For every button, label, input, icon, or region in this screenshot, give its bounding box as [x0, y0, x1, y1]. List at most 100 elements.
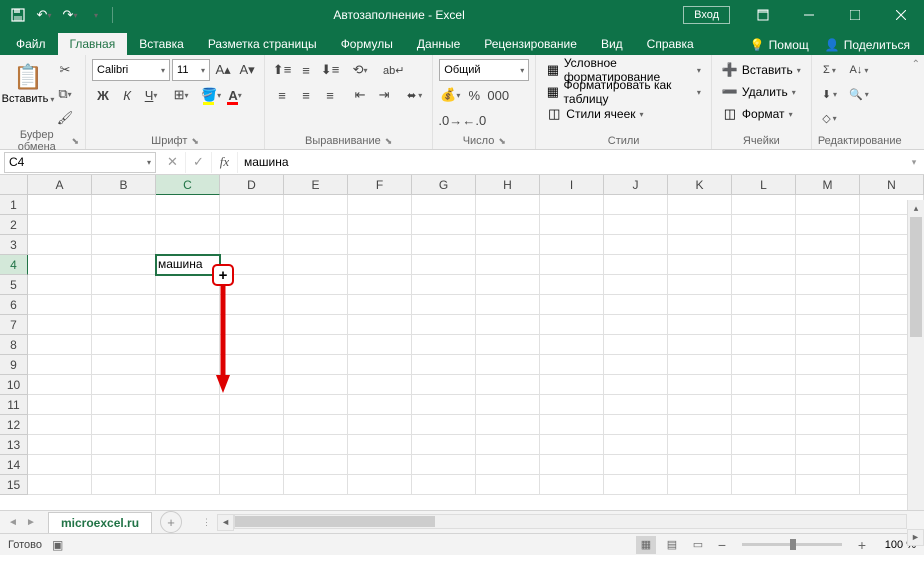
row-header[interactable]: 9	[0, 355, 28, 375]
cell[interactable]	[540, 255, 604, 275]
cell[interactable]	[348, 195, 412, 215]
cell[interactable]	[796, 335, 860, 355]
cell[interactable]	[348, 315, 412, 335]
cell[interactable]	[476, 435, 540, 455]
cut-icon[interactable]: ✂	[54, 59, 76, 81]
vertical-scrollbar[interactable]: ▴ ▾	[907, 200, 924, 535]
formula-cancel-icon[interactable]: ✕	[160, 152, 186, 173]
number-launcher-icon[interactable]: ⬊	[498, 136, 506, 147]
cell[interactable]	[476, 415, 540, 435]
cell[interactable]	[92, 395, 156, 415]
autosum-icon[interactable]: Σ▾	[818, 59, 841, 81]
cell[interactable]	[668, 275, 732, 295]
cell[interactable]	[412, 295, 476, 315]
cell[interactable]	[348, 435, 412, 455]
cell[interactable]	[284, 315, 348, 335]
increase-indent-icon[interactable]: ⇥	[373, 84, 395, 106]
cell[interactable]	[732, 455, 796, 475]
redo-icon[interactable]: ↷▾	[58, 3, 82, 27]
cell[interactable]	[348, 475, 412, 495]
cell[interactable]	[284, 235, 348, 255]
macro-record-icon[interactable]: ▣	[52, 538, 63, 552]
align-bottom-icon[interactable]: ⬇≡	[319, 59, 341, 81]
login-button[interactable]: Вход	[683, 6, 730, 24]
column-header[interactable]: M	[796, 175, 860, 195]
increase-decimal-icon[interactable]: .0→	[439, 109, 461, 131]
cell[interactable]	[476, 335, 540, 355]
cell[interactable]	[796, 295, 860, 315]
cell[interactable]	[156, 375, 220, 395]
column-header[interactable]: F	[348, 175, 412, 195]
column-header[interactable]: E	[284, 175, 348, 195]
cell[interactable]	[156, 435, 220, 455]
cell[interactable]	[604, 295, 668, 315]
cell[interactable]	[604, 355, 668, 375]
cell[interactable]	[540, 215, 604, 235]
cell[interactable]	[540, 375, 604, 395]
cell[interactable]	[220, 415, 284, 435]
cell[interactable]	[220, 475, 284, 495]
cell[interactable]	[476, 255, 540, 275]
row-header[interactable]: 4	[0, 255, 28, 275]
column-header[interactable]: B	[92, 175, 156, 195]
cell[interactable]	[604, 275, 668, 295]
cell[interactable]	[476, 215, 540, 235]
cell[interactable]	[476, 275, 540, 295]
cell[interactable]	[796, 195, 860, 215]
cell[interactable]	[796, 235, 860, 255]
cell[interactable]	[668, 215, 732, 235]
cell[interactable]	[540, 455, 604, 475]
cell[interactable]	[796, 215, 860, 235]
fill-icon[interactable]: ⬇▾	[818, 83, 841, 105]
cell[interactable]	[284, 215, 348, 235]
cell[interactable]	[540, 315, 604, 335]
cell[interactable]	[540, 435, 604, 455]
cell[interactable]	[604, 255, 668, 275]
cell[interactable]	[412, 335, 476, 355]
cell[interactable]	[348, 275, 412, 295]
cell[interactable]	[668, 455, 732, 475]
cell[interactable]	[412, 395, 476, 415]
cell-styles-button[interactable]: ◫Стили ячеек▾	[542, 103, 647, 125]
cell[interactable]	[92, 295, 156, 315]
cell[interactable]	[92, 375, 156, 395]
font-launcher-icon[interactable]: ⬊	[191, 136, 199, 147]
cell[interactable]	[796, 475, 860, 495]
cell[interactable]	[92, 415, 156, 435]
cell[interactable]	[796, 255, 860, 275]
cell[interactable]	[796, 395, 860, 415]
align-left-icon[interactable]: ≡	[271, 84, 293, 106]
cell[interactable]	[668, 475, 732, 495]
cell[interactable]	[732, 435, 796, 455]
cell[interactable]	[92, 275, 156, 295]
cell[interactable]	[348, 295, 412, 315]
cell[interactable]	[412, 315, 476, 335]
cell[interactable]	[156, 195, 220, 215]
cell[interactable]	[92, 215, 156, 235]
cell[interactable]	[412, 415, 476, 435]
insert-cells-button[interactable]: ➕Вставить▾	[718, 59, 805, 81]
cell[interactable]	[476, 295, 540, 315]
cell[interactable]	[796, 315, 860, 335]
cell[interactable]	[28, 455, 92, 475]
tab-view[interactable]: Вид	[589, 33, 635, 55]
tab-review[interactable]: Рецензирование	[472, 33, 589, 55]
cell[interactable]	[28, 335, 92, 355]
cell[interactable]	[476, 235, 540, 255]
row-header[interactable]: 13	[0, 435, 28, 455]
cell[interactable]	[540, 395, 604, 415]
tab-data[interactable]: Данные	[405, 33, 472, 55]
cell[interactable]	[668, 395, 732, 415]
align-top-icon[interactable]: ⬆≡	[271, 59, 293, 81]
cell[interactable]	[348, 395, 412, 415]
cell[interactable]	[28, 375, 92, 395]
cell[interactable]	[540, 335, 604, 355]
cell[interactable]	[284, 435, 348, 455]
cell[interactable]	[156, 295, 220, 315]
page-layout-view-icon[interactable]: ▤	[662, 536, 682, 554]
cell[interactable]	[412, 475, 476, 495]
cell[interactable]	[156, 335, 220, 355]
cell[interactable]	[796, 355, 860, 375]
cell[interactable]	[92, 435, 156, 455]
clear-icon[interactable]: ◇▾	[818, 107, 841, 129]
